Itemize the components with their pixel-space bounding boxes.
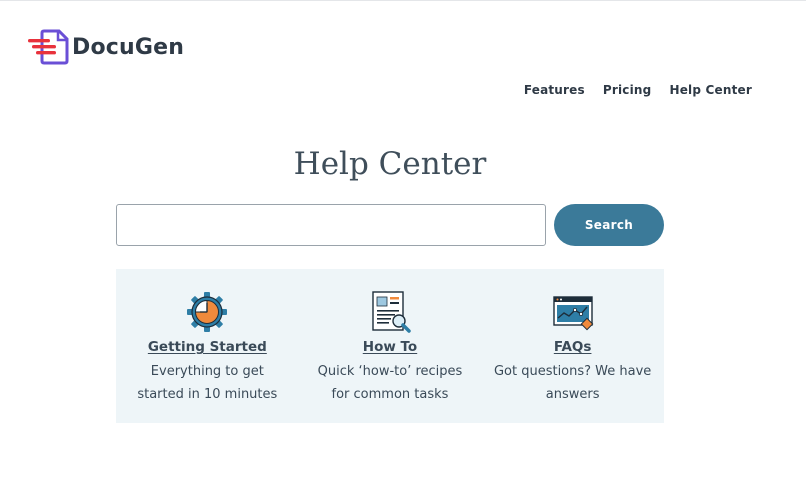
search-input[interactable] [116,204,546,246]
faqs-description: Got questions? We have answers [493,364,652,402]
page-title: Help Center [293,146,487,182]
help-categories: Getting Started Everything to get starte… [116,269,664,423]
docugen-logo-icon [28,29,69,65]
category-how-to: How To Quick ‘how-to’ recipes for common… [299,269,482,423]
how-to-link[interactable]: How To [363,339,417,355]
category-getting-started: Getting Started Everything to get starte… [116,269,299,423]
brand-name: DocuGen [72,34,185,60]
how-to-description: Quick ‘how-to’ recipes for common tasks [317,364,463,402]
chart-browser-icon [552,296,594,331]
category-faqs: FAQs Got questions? We have answers [481,269,664,423]
getting-started-link[interactable]: Getting Started [148,339,267,355]
nav-link-help-center[interactable]: Help Center [669,83,752,97]
brand-logo[interactable]: DocuGen [27,28,184,66]
top-divider [0,0,806,1]
search-button[interactable]: Search [554,204,664,246]
main-nav: Features Pricing Help Center [524,83,752,97]
faqs-link[interactable]: FAQs [554,339,592,355]
gear-clock-icon [187,292,228,332]
nav-link-pricing[interactable]: Pricing [603,83,652,97]
document-magnifier-icon [372,291,411,333]
nav-link-features[interactable]: Features [524,83,585,97]
getting-started-description: Everything to get started in 10 minutes [137,364,278,402]
